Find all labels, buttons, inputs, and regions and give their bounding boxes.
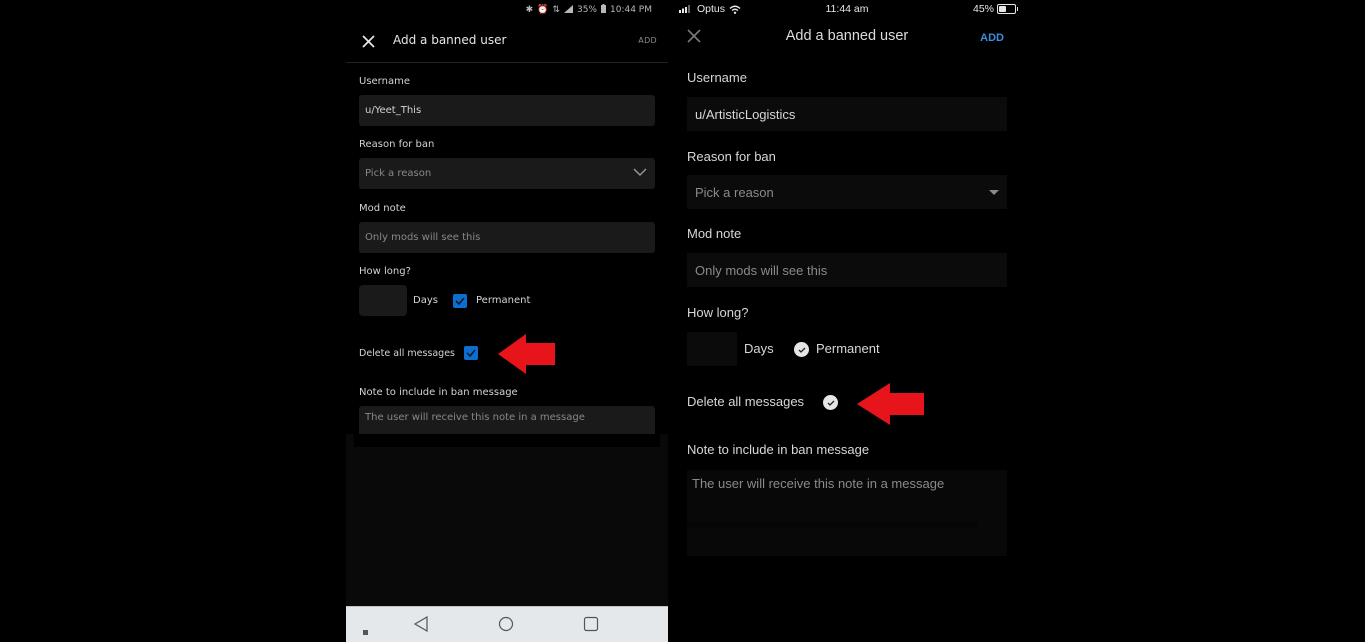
delete-messages-checkbox[interactable] <box>464 346 478 360</box>
delete-messages-checkbox[interactable] <box>823 395 838 410</box>
days-label: Days <box>744 341 774 356</box>
how-long-label: How long? <box>359 266 411 277</box>
permanent-checkbox[interactable] <box>453 294 467 308</box>
empty-area-shade <box>354 434 660 447</box>
recents-icon <box>583 616 599 632</box>
red-arrow-annotation <box>498 334 555 374</box>
note-label: Note to include in ban message <box>359 387 518 398</box>
signal-icon <box>563 4 573 16</box>
back-button[interactable] <box>413 615 429 636</box>
data-icon: ⇅ <box>552 5 560 15</box>
reason-placeholder: Pick a reason <box>365 168 432 179</box>
mod-note-placeholder: Only mods will see this <box>695 262 828 278</box>
delete-messages-label: Delete all messages <box>687 394 805 409</box>
menu-dot-icon <box>363 630 368 635</box>
ban-note-textarea[interactable]: The user will receive this note in a mes… <box>687 470 1007 556</box>
permanent-label: Permanent <box>816 341 880 356</box>
battery-icon <box>997 4 1018 14</box>
battery-percent: 45% <box>972 3 994 15</box>
ban-note-placeholder: The user will receive this note in a mes… <box>692 476 945 491</box>
checkmark-icon <box>455 297 465 305</box>
clock: 11:44 am <box>825 3 869 15</box>
alarm-icon: ⏰ <box>537 5 549 15</box>
android-status-bar: ✱ ⏰ ⇅ 35% 10:44 PM <box>526 3 652 17</box>
checkmark-icon <box>466 349 476 357</box>
home-button[interactable] <box>498 616 514 636</box>
menu-dot-button[interactable] <box>363 621 369 640</box>
home-icon <box>498 616 514 632</box>
ios-screen: Optus 11:44 am 45% Add a banned user ADD… <box>674 0 1020 642</box>
battery-icon <box>601 4 606 16</box>
how-long-label: How long? <box>687 305 749 320</box>
red-arrow-annotation <box>857 383 924 425</box>
clock: 10:44 PM <box>610 5 652 15</box>
days-input[interactable] <box>359 285 407 316</box>
add-button[interactable]: ADD <box>638 36 657 45</box>
add-button[interactable]: ADD <box>980 32 1004 44</box>
android-nav-bar <box>346 606 668 642</box>
username-input[interactable]: u/Yeet_This <box>359 95 655 126</box>
ios-status-right: 45% <box>972 3 1018 15</box>
battery-percent: 35% <box>576 5 597 15</box>
username-label: Username <box>359 76 410 87</box>
mod-note-label: Mod note <box>359 203 406 214</box>
close-icon <box>362 35 375 48</box>
recents-button[interactable] <box>583 616 599 636</box>
page-title: Add a banned user <box>785 28 909 44</box>
mod-note-input[interactable]: Only mods will see this <box>359 222 655 253</box>
delete-messages-label: Delete all messages <box>359 348 455 359</box>
header-divider <box>346 62 668 63</box>
reason-placeholder: Pick a reason <box>695 184 774 200</box>
mod-note-placeholder: Only mods will see this <box>365 232 481 243</box>
permanent-checkbox[interactable] <box>794 342 809 357</box>
close-button[interactable] <box>358 31 378 51</box>
username-value: u/Yeet_This <box>365 105 422 116</box>
reason-label: Reason for ban <box>687 149 776 164</box>
reason-dropdown[interactable]: Pick a reason <box>359 158 655 189</box>
back-icon <box>413 615 428 633</box>
caret-down-icon <box>989 190 999 195</box>
android-app-bar: Add a banned user ADD <box>346 22 668 62</box>
reason-dropdown[interactable]: Pick a reason <box>687 175 1007 209</box>
mod-note-input[interactable]: Only mods will see this <box>687 253 1007 287</box>
textarea-shade <box>687 522 977 528</box>
empty-area <box>346 434 668 606</box>
ban-note-placeholder: The user will receive this note in a mes… <box>365 412 585 423</box>
days-input[interactable] <box>687 332 737 366</box>
reason-label: Reason for ban <box>359 139 435 150</box>
chevron-down-icon <box>633 168 647 176</box>
page-title: Add a banned user <box>393 33 507 47</box>
mod-note-label: Mod note <box>687 226 742 241</box>
permanent-label: Permanent <box>476 295 531 306</box>
checkmark-icon <box>798 347 805 353</box>
bluetooth-icon: ✱ <box>525 5 534 15</box>
days-label: Days <box>413 295 438 306</box>
username-label: Username <box>687 70 747 85</box>
username-value: u/ArtisticLogistics <box>695 106 796 122</box>
note-label: Note to include in ban message <box>687 442 870 457</box>
android-screen: ✱ ⏰ ⇅ 35% 10:44 PM Add a banned user ADD… <box>346 0 668 642</box>
checkmark-icon <box>827 400 834 406</box>
username-input[interactable]: u/ArtisticLogistics <box>687 97 1007 131</box>
